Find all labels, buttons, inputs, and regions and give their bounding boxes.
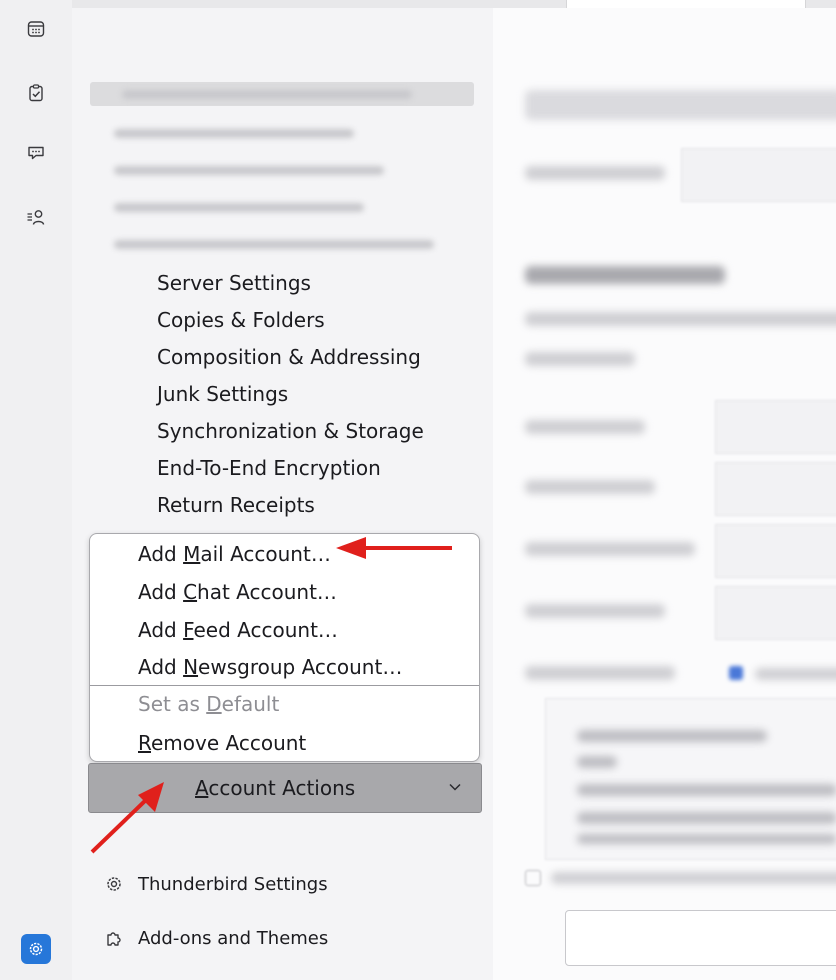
- account-item[interactable]: [98, 232, 438, 256]
- menu-separator: [90, 685, 479, 686]
- page-title: [525, 90, 836, 120]
- tasks-icon[interactable]: [21, 78, 51, 108]
- address-book-icon[interactable]: [21, 202, 51, 232]
- section-heading: [525, 266, 725, 284]
- sidebar-item-composition[interactable]: Composition & Addressing: [157, 344, 421, 370]
- sidebar-item-copies-folders[interactable]: Copies & Folders: [157, 307, 325, 333]
- section-description: [525, 352, 635, 366]
- field-label: [525, 480, 655, 494]
- checkbox-label: [755, 668, 836, 680]
- field-label: [525, 666, 675, 680]
- signature-line: [577, 756, 617, 768]
- chat-icon[interactable]: [21, 138, 51, 168]
- account-settings-pane: [493, 8, 836, 980]
- field-label: [525, 542, 695, 556]
- account-name-field[interactable]: [681, 148, 836, 202]
- menu-item-add-feed-account[interactable]: Add Feed Account…: [138, 617, 338, 643]
- organization-field[interactable]: [715, 586, 836, 640]
- account-item[interactable]: [98, 195, 398, 219]
- section-description: [525, 312, 836, 326]
- account-name-label: [525, 166, 665, 180]
- field-label: [525, 420, 645, 434]
- account-item[interactable]: [98, 121, 398, 145]
- account-item-selected[interactable]: [90, 82, 474, 106]
- thunderbird-settings-link[interactable]: Thunderbird Settings: [104, 871, 328, 897]
- puzzle-icon: [107, 932, 121, 946]
- signature-line: [577, 812, 836, 824]
- calendar-icon[interactable]: [21, 14, 51, 44]
- sidebar-item-e2ee[interactable]: End-To-End Encryption: [157, 455, 381, 481]
- email-field[interactable]: [715, 462, 836, 516]
- thunderbird-settings-label: Thunderbird Settings: [138, 873, 328, 895]
- menu-item-add-mail-account[interactable]: Add Mail Account…: [138, 541, 331, 567]
- settings-gear-icon[interactable]: [21, 934, 51, 964]
- attach-signature-label: [551, 872, 836, 884]
- menu-item-set-as-default: Set as Default: [138, 692, 280, 716]
- field-label: [525, 604, 665, 618]
- sidebar-item-return-receipts[interactable]: Return Receipts: [157, 492, 315, 518]
- signature-file-field[interactable]: [565, 910, 836, 966]
- signature-line: [577, 834, 836, 844]
- sidebar-item-junk[interactable]: Junk Settings: [157, 381, 288, 407]
- account-sidebar: Server Settings Copies & Folders Composi…: [72, 8, 493, 980]
- chevron-down-icon: [449, 783, 461, 791]
- menu-item-add-newsgroup-account[interactable]: Add Newsgroup Account…: [138, 654, 402, 680]
- account-item[interactable]: [98, 158, 418, 182]
- menu-item-remove-account[interactable]: Remove Account: [138, 730, 306, 756]
- account-actions-label: Account Actions: [195, 776, 356, 800]
- gear-icon: [107, 877, 121, 891]
- attach-signature-checkbox[interactable]: [525, 870, 541, 886]
- menu-item-add-chat-account[interactable]: Add Chat Account…: [138, 579, 337, 605]
- your-name-field[interactable]: [715, 400, 836, 454]
- signature-line: [577, 784, 836, 796]
- addons-themes-link[interactable]: Add-ons and Themes: [104, 925, 328, 951]
- reply-to-field[interactable]: [715, 524, 836, 578]
- sidebar-item-sync-storage[interactable]: Synchronization & Storage: [157, 418, 424, 444]
- account-actions-menu: Add Mail Account… Add Chat Account… Add …: [89, 533, 480, 762]
- html-checkbox[interactable]: [729, 666, 743, 680]
- sidebar-item-server-settings[interactable]: Server Settings: [157, 270, 311, 296]
- signature-line: [577, 730, 767, 742]
- addons-themes-label: Add-ons and Themes: [138, 927, 329, 949]
- account-actions-button[interactable]: Account Actions: [88, 763, 482, 813]
- spaces-toolbar: [0, 0, 73, 980]
